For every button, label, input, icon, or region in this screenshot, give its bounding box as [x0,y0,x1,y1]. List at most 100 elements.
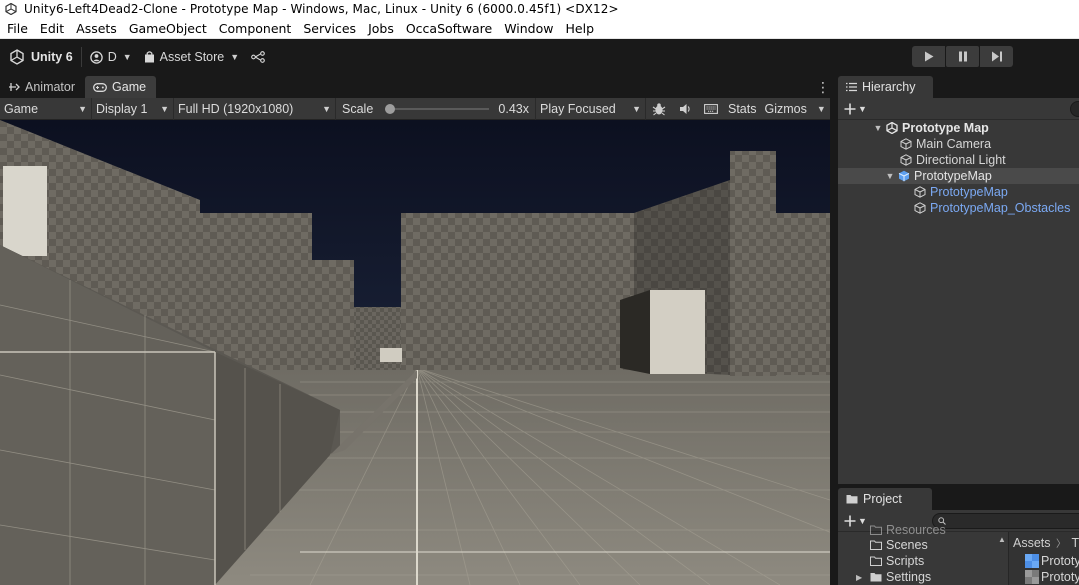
asset-item[interactable]: Prototy [1025,553,1079,569]
keyboard-icon[interactable] [698,98,724,120]
folder-label: Scripts [886,554,925,568]
folder-icon [868,525,884,535]
material-thumbnail-icon [1025,554,1039,568]
menu-services[interactable]: Services [297,18,362,39]
hierarchy-search-input[interactable] [1070,101,1079,117]
folder-resources[interactable]: Resources [868,522,946,538]
tab-hierarchy[interactable]: Hierarchy [838,76,933,98]
window-title-bar: Unity6-Left4Dead2-Clone - Prototype Map … [0,0,1079,18]
scroll-up-arrow-icon[interactable]: ▲ [998,535,1006,544]
breadcrumb-assets[interactable]: Assets [1013,536,1051,550]
chevron-down-icon: ▼ [78,103,87,114]
user-account-dropdown[interactable]: D ▼ [89,50,132,64]
expand-arrow-icon[interactable]: ▼ [872,123,884,133]
resolution-label: Full HD (1920x1080) [178,101,294,116]
unity-account-button[interactable]: Unity 6 [9,49,73,65]
folder-scenes[interactable]: Scenes [868,537,928,553]
texture-thumbnail-icon [1025,570,1039,584]
tree-item-label: Main Camera [916,137,992,151]
hierarchy-tab-label: Hierarchy [862,80,916,94]
folder-label: Scenes [886,538,928,552]
speaker-icon[interactable] [672,98,698,120]
menu-assets[interactable]: Assets [70,18,123,39]
menu-edit[interactable]: Edit [34,18,70,39]
chevron-down-icon: ▼ [160,103,169,114]
menu-bar: File Edit Assets GameObject Component Se… [0,18,1079,39]
scale-control: Scale 0.43x [336,97,536,120]
folder-icon [868,572,884,582]
display-dropdown[interactable]: Display 1 ▼ [92,97,174,120]
gizmos-dropdown[interactable]: ▼ [811,98,828,120]
add-object-button[interactable]: ▼ [844,103,867,115]
chevron-down-icon: ▼ [858,515,867,526]
breadcrumb-current[interactable]: Th [1071,536,1079,550]
stats-button[interactable]: Stats [724,102,761,116]
create-asset-button[interactable]: ▼ [844,515,867,527]
window-title: Unity6-Left4Dead2-Clone - Prototype Map … [24,2,619,16]
tree-item-label: Directional Light [916,153,1006,167]
asset-store-dropdown[interactable]: Asset Store ▼ [144,50,239,64]
tab-game[interactable]: Game [85,76,157,98]
tree-item-prototypemap-obstacles[interactable]: PrototypeMap_Obstacles [838,200,1079,216]
scale-slider[interactable] [385,103,490,114]
tree-item-prototypemap-child[interactable]: PrototypeMap [838,184,1079,200]
view-mode-dropdown[interactable]: Game ▼ [0,97,92,120]
hierarchy-panel: ▼ ▼ Prototype Map Main Camera Directiona… [838,98,1079,484]
folder-scripts[interactable]: Scripts [868,553,924,569]
display-label: Display 1 [96,101,148,116]
folder-settings[interactable]: ▶ Settings [856,569,931,585]
tree-item-scene[interactable]: ▼ Prototype Map [838,120,1079,136]
folder-icon [846,494,858,504]
toolbar-divider [80,47,82,67]
play-button[interactable] [912,46,945,67]
project-tab-label: Project [863,492,902,506]
resolution-dropdown[interactable]: Full HD (1920x1080) ▼ [174,97,336,120]
animator-icon [8,82,20,92]
chevron-down-icon: ▼ [858,103,867,114]
chevron-right-icon: 〉 [1056,539,1066,550]
play-controls [912,46,1013,67]
menu-component[interactable]: Component [213,18,298,39]
gamepad-icon [93,82,107,92]
tab-project[interactable]: Project [838,488,932,510]
expand-arrow-icon[interactable]: ▼ [884,171,896,181]
folder-icon [868,556,884,566]
version-control-button[interactable] [251,51,270,63]
menu-window[interactable]: Window [498,18,559,39]
step-button[interactable] [980,46,1013,67]
expand-arrow-icon[interactable]: ▶ [856,573,868,582]
menu-gameobject[interactable]: GameObject [123,18,213,39]
tree-item-main-camera[interactable]: Main Camera [838,136,1079,152]
bug-icon[interactable] [646,98,672,120]
play-icon [924,51,933,62]
pause-button[interactable] [946,46,979,67]
gizmos-button[interactable]: Gizmos [761,102,811,116]
tree-item-prototypemap-root[interactable]: ▼ PrototypeMap [838,168,1079,184]
menu-occasoftware[interactable]: OccaSoftware [400,18,498,39]
folder-label: Settings [886,570,932,584]
menu-file[interactable]: File [0,18,34,39]
menu-jobs[interactable]: Jobs [362,18,400,39]
project-tabs: Project [836,488,1079,510]
folder-icon [868,540,884,550]
asset-label: Prototy [1041,554,1079,568]
tree-item-label: PrototypeMap [930,185,1008,199]
tab-animator[interactable]: Animator [0,76,85,98]
main-toolbar: Unity 6 D ▼ Asset Store ▼ [0,39,1079,75]
list-icon [846,82,857,92]
game-panel-tabs: Animator Game [0,76,833,98]
plus-icon [844,103,856,114]
gameobject-cube-icon [898,152,914,168]
project-search-input[interactable] [932,513,1079,529]
account-label: Unity 6 [31,50,73,64]
play-mode-dropdown[interactable]: Play Focused ▼ [536,97,646,120]
menu-help[interactable]: Help [560,18,601,39]
scale-slider-thumb[interactable] [385,103,396,114]
tree-item-directional-light[interactable]: Directional Light [838,152,1079,168]
scale-value: 0.43x [498,101,529,116]
gameobject-cube-icon [912,184,928,200]
step-forward-icon [991,51,1002,62]
game-viewport[interactable] [0,120,830,585]
panel-menu-icon[interactable]: ⋮ [816,80,830,94]
asset-item[interactable]: Prototy [1025,569,1079,585]
